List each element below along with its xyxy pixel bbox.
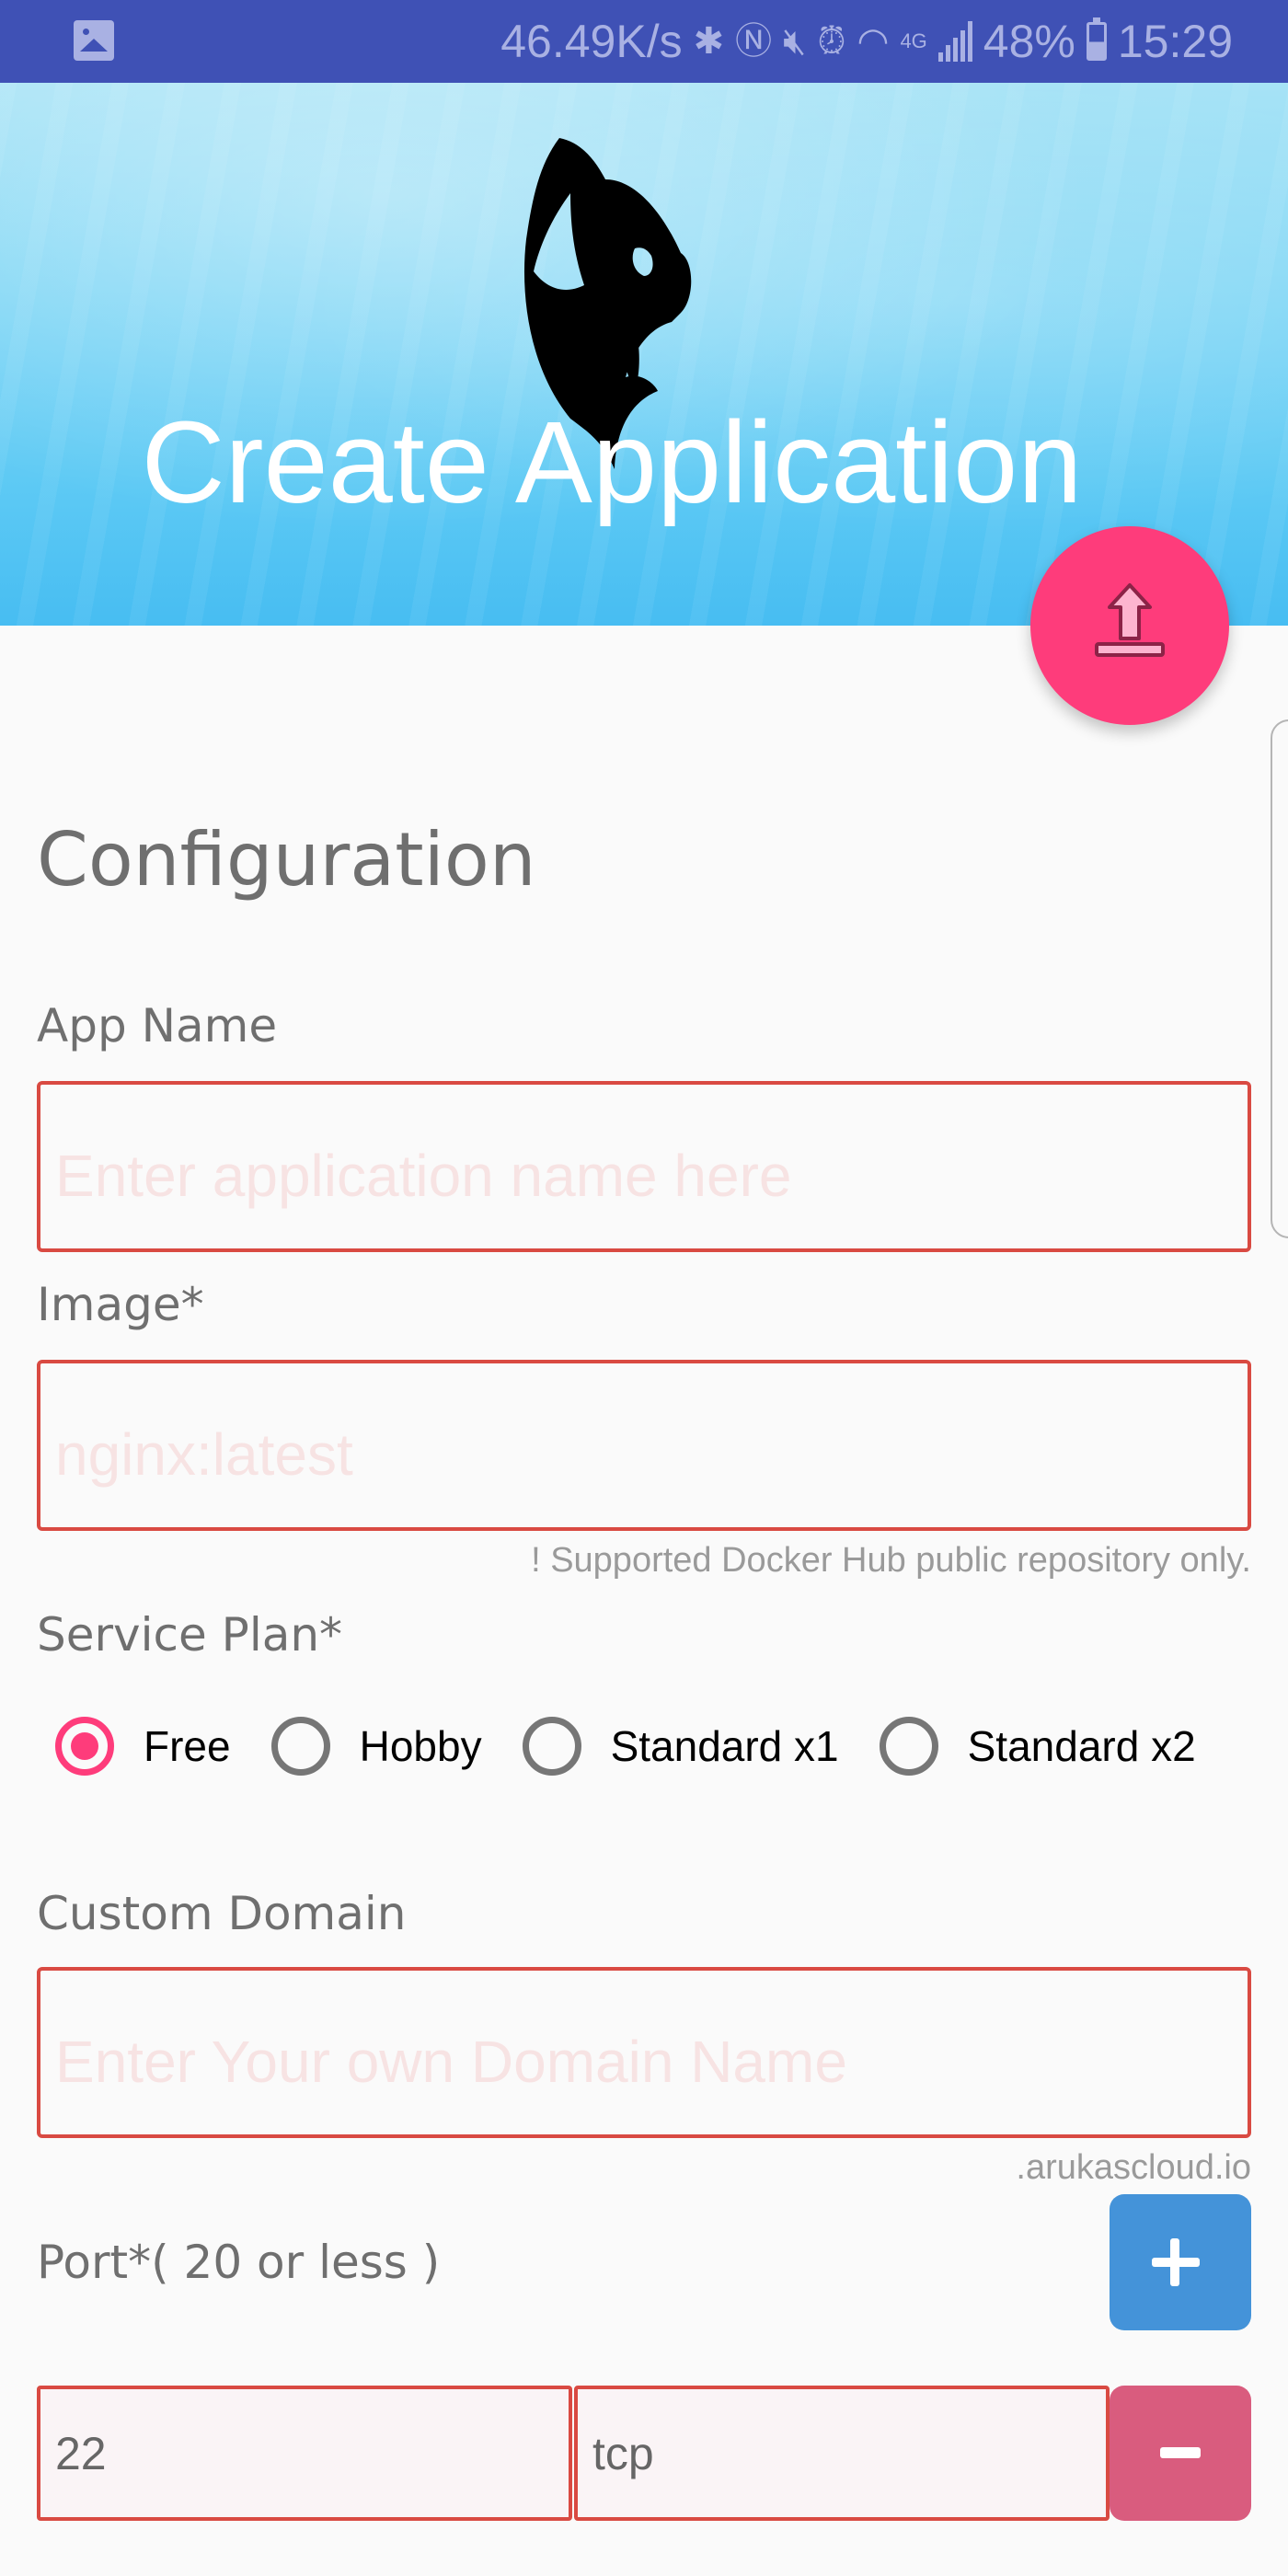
alarm-icon: ⏰︎ bbox=[817, 21, 846, 62]
page-title: Create Application bbox=[141, 397, 1083, 527]
add-port-button[interactable] bbox=[1110, 2194, 1251, 2330]
upload-icon bbox=[1095, 583, 1165, 657]
section-title: Configuration bbox=[37, 817, 536, 903]
custom-domain-input[interactable] bbox=[37, 1967, 1251, 2138]
app-name-input[interactable] bbox=[37, 1081, 1251, 1252]
radio-unchecked-icon[interactable] bbox=[879, 1717, 938, 1776]
radio-hobby[interactable]: Hobby bbox=[270, 1717, 523, 1776]
custom-domain-label: Custom Domain bbox=[37, 1887, 407, 1940]
port-label: Port*( 20 or less ) bbox=[37, 2236, 441, 2289]
radio-checked-icon[interactable] bbox=[55, 1717, 114, 1776]
service-plan-radio-group: Free Hobby Standard x1 Standard x2 bbox=[55, 1709, 1236, 1783]
port-number-input[interactable] bbox=[37, 2386, 572, 2521]
status-icons: 46.49K/s ✱ Ⓝ 🔇︎ ⏰︎ ◠ 4G 48% 15:29 bbox=[500, 0, 1233, 83]
nfc-icon: Ⓝ bbox=[735, 21, 773, 62]
radio-unchecked-icon[interactable] bbox=[270, 1717, 330, 1776]
bluetooth-icon: ✱ bbox=[693, 21, 725, 62]
radio-label: Standard x2 bbox=[967, 1722, 1196, 1770]
side-card-edge bbox=[1271, 719, 1288, 1238]
network-speed: 46.49K/s bbox=[500, 16, 683, 67]
signal-icon bbox=[937, 21, 972, 62]
battery-icon bbox=[1086, 17, 1107, 61]
image-input[interactable] bbox=[37, 1360, 1251, 1531]
radio-unchecked-icon[interactable] bbox=[522, 1717, 581, 1776]
app-name-label: App Name bbox=[37, 999, 278, 1052]
clock: 15:29 bbox=[1117, 16, 1233, 67]
radio-free[interactable]: Free bbox=[55, 1717, 271, 1776]
radio-label: Free bbox=[144, 1722, 231, 1770]
remove-port-button[interactable] bbox=[1110, 2386, 1251, 2521]
battery-percent: 48% bbox=[983, 16, 1075, 67]
radio-standard-x2[interactable]: Standard x2 bbox=[879, 1717, 1236, 1776]
gallery-icon bbox=[74, 20, 114, 61]
service-plan-label: Service Plan* bbox=[37, 1608, 343, 1662]
domain-suffix: .arukascloud.io bbox=[1016, 2148, 1251, 2187]
image-label: Image* bbox=[37, 1278, 204, 1331]
mute-icon: 🔇︎ bbox=[783, 21, 807, 62]
port-protocol-input[interactable] bbox=[574, 2386, 1110, 2521]
network-type: 4G bbox=[900, 29, 927, 52]
status-bar: 46.49K/s ✱ Ⓝ 🔇︎ ⏰︎ ◠ 4G 48% 15:29 bbox=[0, 0, 1288, 83]
image-hint: ! Supported Docker Hub public repository… bbox=[531, 1541, 1251, 1580]
radio-standard-x1[interactable]: Standard x1 bbox=[522, 1717, 880, 1776]
upload-fab-button[interactable] bbox=[1030, 526, 1229, 725]
radio-label: Standard x1 bbox=[610, 1722, 839, 1770]
port-row bbox=[37, 2386, 1251, 2521]
radio-label: Hobby bbox=[359, 1722, 482, 1770]
wifi-icon: ◠ bbox=[857, 21, 890, 62]
